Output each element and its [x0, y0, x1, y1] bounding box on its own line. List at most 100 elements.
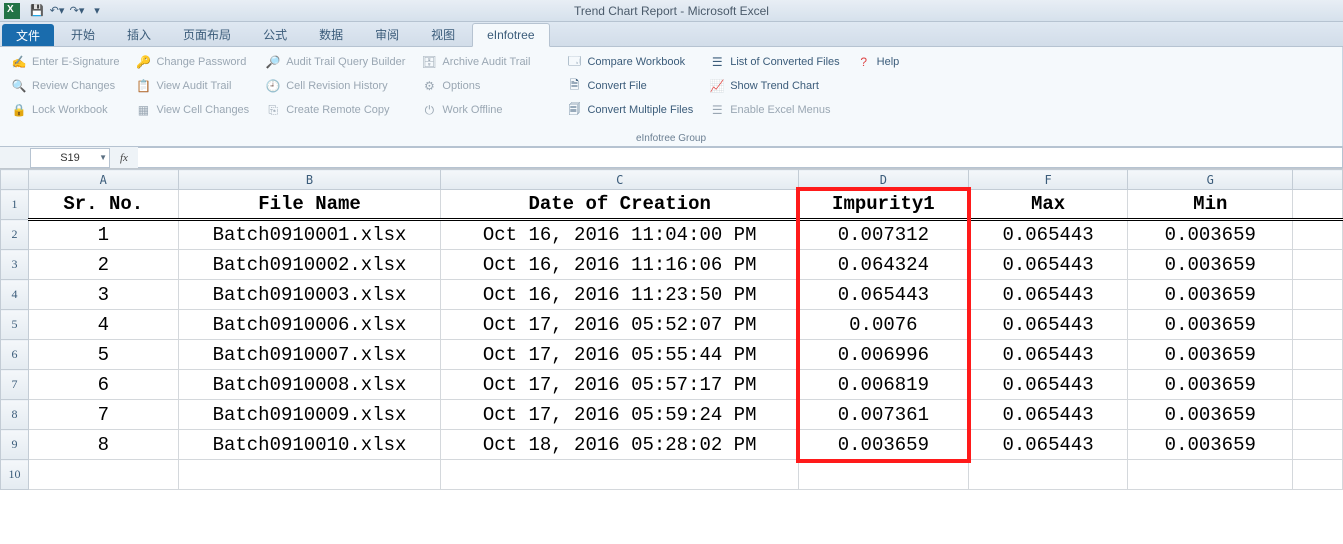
cell[interactable]: Min [1128, 190, 1293, 220]
cell[interactable]: Batch0910009.xlsx [178, 400, 441, 430]
cell[interactable]: 0.003659 [1128, 280, 1293, 310]
rb-enable-excel-menus[interactable]: ☰Enable Excel Menus [706, 99, 842, 121]
tab-insert[interactable]: 插入 [112, 22, 166, 46]
cell[interactable]: 0.065443 [799, 280, 969, 310]
cell[interactable] [1293, 250, 1343, 280]
cell[interactable]: Oct 17, 2016 05:52:07 PM [441, 310, 799, 340]
cell[interactable]: Oct 17, 2016 05:55:44 PM [441, 340, 799, 370]
col-header-next[interactable] [1293, 170, 1343, 190]
cell[interactable]: 0.064324 [799, 250, 969, 280]
cell[interactable] [28, 460, 178, 490]
rb-list-converted[interactable]: ☰List of Converted Files [706, 51, 842, 73]
cell[interactable] [1293, 370, 1343, 400]
row-header[interactable]: 5 [1, 310, 29, 340]
tab-view[interactable]: 视图 [416, 22, 470, 46]
cell[interactable]: Oct 16, 2016 11:23:50 PM [441, 280, 799, 310]
row-header[interactable]: 2 [1, 220, 29, 250]
cell[interactable]: 0.065443 [968, 370, 1128, 400]
cell[interactable] [799, 460, 969, 490]
select-all-corner[interactable] [1, 170, 29, 190]
cell[interactable]: 8 [28, 430, 178, 460]
name-box[interactable]: S19 ▼ [30, 148, 110, 168]
qat-customize-button[interactable]: ▾ [88, 2, 106, 20]
cell[interactable]: 0.003659 [1128, 430, 1293, 460]
cell[interactable]: Impurity1 [799, 190, 969, 220]
col-header-B[interactable]: B [178, 170, 441, 190]
rb-convert-file[interactable]: 🗎Convert File [563, 75, 696, 97]
cell[interactable]: 0.065443 [968, 310, 1128, 340]
row-header[interactable]: 4 [1, 280, 29, 310]
cell[interactable]: 7 [28, 400, 178, 430]
cell[interactable]: Oct 17, 2016 05:57:17 PM [441, 370, 799, 400]
tab-einfotree[interactable]: eInfotree [472, 23, 549, 47]
cell[interactable]: Oct 18, 2016 05:28:02 PM [441, 430, 799, 460]
col-header-A[interactable]: A [28, 170, 178, 190]
row-header[interactable]: 7 [1, 370, 29, 400]
cell[interactable]: Max [968, 190, 1128, 220]
rb-lock-workbook[interactable]: 🔒Lock Workbook [8, 99, 122, 121]
cell[interactable]: 3 [28, 280, 178, 310]
cell[interactable] [178, 460, 441, 490]
cell[interactable]: Batch0910008.xlsx [178, 370, 441, 400]
row-header[interactable]: 8 [1, 400, 29, 430]
rb-show-trend-chart[interactable]: 📈Show Trend Chart [706, 75, 842, 97]
cell[interactable]: Date of Creation [441, 190, 799, 220]
cell[interactable]: 0.003659 [1128, 340, 1293, 370]
cell[interactable]: 0.006819 [799, 370, 969, 400]
rb-view-cell-changes[interactable]: ▦View Cell Changes [132, 99, 252, 121]
cell[interactable]: Batch0910003.xlsx [178, 280, 441, 310]
qat-undo-button[interactable]: ↶▾ [48, 2, 66, 20]
row-header[interactable]: 1 [1, 190, 29, 220]
cell[interactable]: 0.003659 [1128, 400, 1293, 430]
cell[interactable]: Oct 16, 2016 11:04:00 PM [441, 220, 799, 250]
cell[interactable] [1293, 280, 1343, 310]
cell[interactable]: Batch0910007.xlsx [178, 340, 441, 370]
rb-convert-multiple[interactable]: 🗐Convert Multiple Files [563, 99, 696, 121]
cell[interactable]: File Name [178, 190, 441, 220]
rb-enter-esignature[interactable]: ✍Enter E-Signature [8, 51, 122, 73]
rb-work-offline[interactable]: ⏻Work Offline [418, 99, 533, 121]
formula-bar-input[interactable] [138, 147, 1343, 168]
col-header-G[interactable]: G [1128, 170, 1293, 190]
cell[interactable]: 2 [28, 250, 178, 280]
cell[interactable] [1293, 460, 1343, 490]
cell[interactable]: 0.003659 [1128, 250, 1293, 280]
cell[interactable]: 0.003659 [799, 430, 969, 460]
tab-review[interactable]: 审阅 [360, 22, 414, 46]
cell[interactable]: 0.003659 [1128, 310, 1293, 340]
cell[interactable]: 0.065443 [968, 220, 1128, 250]
rb-view-audit-trail[interactable]: 📋View Audit Trail [132, 75, 252, 97]
cell[interactable]: Oct 17, 2016 05:59:24 PM [441, 400, 799, 430]
cell[interactable]: Batch0910001.xlsx [178, 220, 441, 250]
row-header[interactable]: 9 [1, 430, 29, 460]
cell[interactable]: 0.003659 [1128, 370, 1293, 400]
cell[interactable]: 0.003659 [1128, 220, 1293, 250]
fx-icon[interactable]: fx [120, 152, 128, 164]
cell[interactable] [441, 460, 799, 490]
cell[interactable]: 0.065443 [968, 400, 1128, 430]
col-header-F[interactable]: F [968, 170, 1128, 190]
qat-save-button[interactable]: 💾 [28, 2, 46, 20]
cell[interactable]: Batch0910010.xlsx [178, 430, 441, 460]
rb-options[interactable]: ⚙Options [418, 75, 533, 97]
row-header[interactable]: 6 [1, 340, 29, 370]
cell[interactable]: Oct 16, 2016 11:16:06 PM [441, 250, 799, 280]
rb-change-password[interactable]: 🔑Change Password [132, 51, 252, 73]
cell[interactable]: 0.065443 [968, 430, 1128, 460]
cell[interactable]: 6 [28, 370, 178, 400]
cell[interactable] [1128, 460, 1293, 490]
cell[interactable] [1293, 190, 1343, 220]
cell[interactable]: Batch0910006.xlsx [178, 310, 441, 340]
cell[interactable]: Batch0910002.xlsx [178, 250, 441, 280]
cell[interactable] [1293, 220, 1343, 250]
qat-redo-button[interactable]: ↷▾ [68, 2, 86, 20]
rb-create-remote-copy[interactable]: ⎘Create Remote Copy [262, 99, 408, 121]
rb-archive-audit-trail[interactable]: 🗄Archive Audit Trail [418, 51, 533, 73]
cell[interactable] [1293, 430, 1343, 460]
cell[interactable]: 0.007361 [799, 400, 969, 430]
worksheet-grid[interactable]: A B C D F G 1 Sr. No. File Name Date of … [0, 169, 1343, 490]
tab-pagelayout[interactable]: 页面布局 [168, 22, 246, 46]
cell[interactable] [1293, 310, 1343, 340]
rb-review-changes[interactable]: 🔍Review Changes [8, 75, 122, 97]
tab-data[interactable]: 数据 [304, 22, 358, 46]
